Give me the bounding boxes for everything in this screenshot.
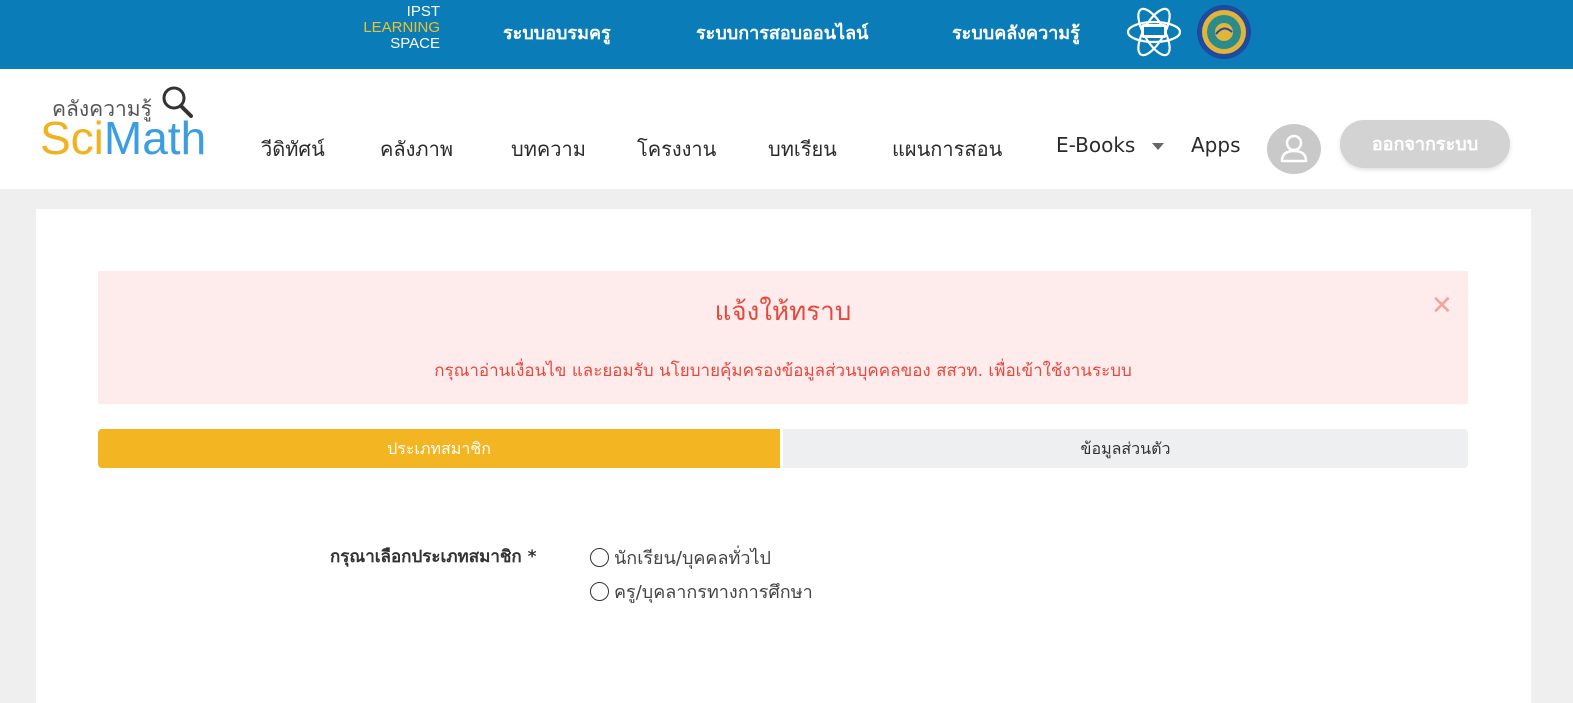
registration-steps: ประเภทสมาชิก ข้อมูลส่วนตัว bbox=[98, 429, 1468, 468]
nav-ebooks[interactable]: E-Books bbox=[1056, 133, 1135, 157]
caret-down-icon[interactable] bbox=[1152, 143, 1164, 150]
nav-apps[interactable]: Apps bbox=[1191, 133, 1241, 157]
nav-lessons[interactable]: บทเรียน bbox=[768, 133, 837, 165]
ipst-learning-space-logo[interactable]: IPST LEARNING SPACE bbox=[358, 4, 440, 54]
radio-student-general[interactable]: นักเรียน/บุคคลทั่วไป bbox=[590, 543, 771, 572]
alert-message: กรุณาอ่านเงื่อนไข และยอมรับ นโยบายคุ้มคร… bbox=[434, 361, 1132, 381]
radio-teacher-staff[interactable]: ครู/บุคลากรทางการศึกษา bbox=[590, 577, 813, 606]
main-card: แจ้งให้ทราบ กรุณาอ่านเงื่อนไข และยอมรับ … bbox=[36, 209, 1531, 703]
step-member-type[interactable]: ประเภทสมาชิก bbox=[98, 429, 780, 468]
toplink-online-exam[interactable]: ระบบการสอบออนไลน์ bbox=[696, 18, 868, 47]
top-bar: IPST LEARNING SPACE ระบบอบรมครู ระบบการส… bbox=[0, 0, 1573, 69]
logout-button[interactable]: ออกจากระบบ bbox=[1340, 120, 1510, 168]
nav-projects[interactable]: โครงงาน bbox=[637, 133, 716, 165]
atom-emblem-icon[interactable] bbox=[1124, 2, 1184, 62]
nav-videos[interactable]: วีดิทัศน์ bbox=[261, 133, 325, 165]
user-icon bbox=[1280, 134, 1308, 163]
nav-lesson-plans[interactable]: แผนการสอน bbox=[892, 133, 1002, 165]
brand-wordmark: SciMath bbox=[40, 111, 206, 165]
ipst-logo-line1: IPST bbox=[406, 3, 440, 20]
site-header: คลังความรู้ SciMath วีดิทัศน์ คลังภาพ บท… bbox=[0, 69, 1573, 189]
nav-articles[interactable]: บทความ bbox=[511, 133, 586, 165]
nav-images[interactable]: คลังภาพ bbox=[380, 133, 453, 165]
scimath-logo[interactable]: คลังความรู้ SciMath bbox=[40, 85, 220, 165]
brand-math: Math bbox=[103, 112, 207, 164]
ipst-logo-line2: LEARNING bbox=[363, 19, 440, 36]
notice-alert: แจ้งให้ทราบ กรุณาอ่านเงื่อนไข และยอมรับ … bbox=[98, 271, 1468, 404]
radio-label-teacher: ครู/บุคลากรทางการศึกษา bbox=[614, 582, 813, 603]
close-icon[interactable]: ✕ bbox=[1431, 293, 1453, 319]
ipst-logo-line3: SPACE bbox=[390, 35, 440, 52]
alert-title: แจ้งให้ทราบ bbox=[714, 297, 852, 327]
radio-circle[interactable] bbox=[590, 548, 609, 567]
brand-sci: Sci bbox=[40, 112, 104, 164]
step-personal-info[interactable]: ข้อมูลส่วนตัว bbox=[783, 429, 1468, 468]
user-avatar[interactable] bbox=[1267, 124, 1321, 174]
seal-emblem-icon[interactable] bbox=[1194, 2, 1254, 62]
radio-label-student: นักเรียน/บุคคลทั่วไป bbox=[614, 548, 771, 569]
member-type-label: กรุณาเลือกประเภทสมาชิก * bbox=[330, 547, 537, 567]
toplink-teacher-training[interactable]: ระบบอบรมครู bbox=[503, 18, 611, 47]
radio-circle[interactable] bbox=[590, 582, 609, 601]
toplink-knowledge-base[interactable]: ระบบคลังความรู้ bbox=[952, 18, 1080, 47]
